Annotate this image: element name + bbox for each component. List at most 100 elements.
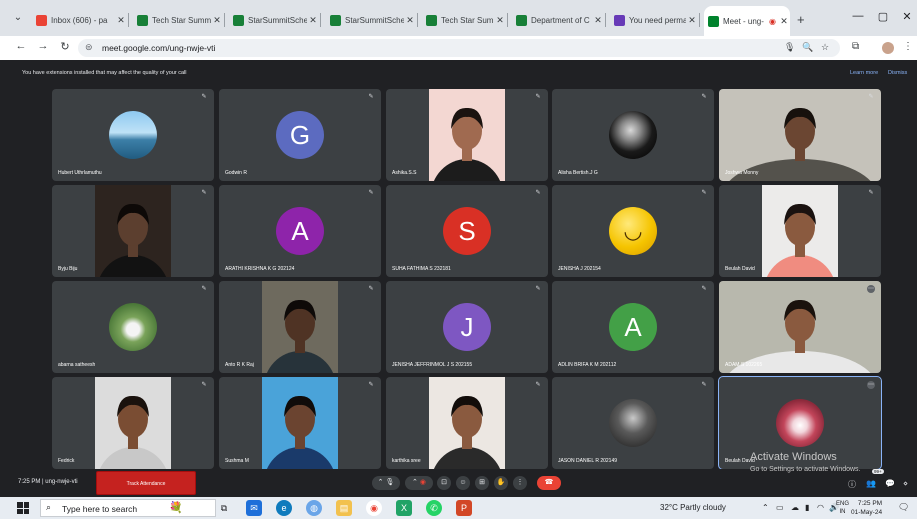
windows-start-icon[interactable]	[17, 502, 29, 514]
participant-tile[interactable]: ✎ JASON DANIEL R 202149	[552, 377, 714, 469]
file-explorer-icon[interactable]: ▤	[336, 500, 352, 516]
end-call-button[interactable]: ☎	[537, 476, 561, 490]
participant-tile[interactable]: ✎ Joshwa Monny	[719, 89, 881, 181]
participant-tile[interactable]: J ✎ JENISHA JEFFRINMOL J S 202155	[386, 281, 548, 373]
chrome-browser-icon[interactable]: ◉	[366, 500, 382, 516]
mic-muted-icon: ✎	[535, 382, 541, 388]
browser-tab[interactable]: StarSummitSche ✕	[229, 8, 321, 32]
close-tab-icon[interactable]: ✕	[307, 15, 319, 26]
close-tab-icon[interactable]: ✕	[494, 15, 506, 26]
excel-icon[interactable]: X	[396, 500, 412, 516]
participant-tile[interactable]: A ✎ ADLIN BRIFA K M 202112	[552, 281, 714, 373]
more-options-icon[interactable]: ⋯	[867, 381, 875, 389]
browser-tab[interactable]: You need perma ✕	[610, 8, 700, 32]
mic-toggle-button[interactable]: ⌃ 🎙	[372, 476, 400, 490]
wifi-icon[interactable]: ◠	[817, 503, 824, 512]
more-options-icon[interactable]: ⋯	[867, 285, 875, 293]
browser-tab[interactable]: Inbox (606) - pa ✕	[32, 8, 129, 32]
notification-center-icon[interactable]: 🗨	[898, 502, 909, 513]
participant-tile[interactable]: ✎ Alisha Bertish.J G	[552, 89, 714, 181]
participant-tile[interactable]: ✎ Fedrick	[52, 377, 214, 469]
new-tab-button[interactable]: +	[797, 12, 805, 27]
copilot-icon[interactable]: ◍	[306, 500, 322, 516]
participant-name: JENISHA JEFFRINMOL J S 202155	[392, 362, 473, 368]
taskbar-clock[interactable]: 7:25 PM 01-May-24	[851, 499, 882, 517]
participant-tile[interactable]: A ✎ ARATHI KRISHNA K G 202124	[219, 185, 381, 277]
tray-app-icon[interactable]: ▭	[776, 503, 784, 512]
forward-button[interactable]: →	[36, 40, 50, 52]
participant-tile[interactable]: ✎ karthika sree	[386, 377, 548, 469]
participant-photo-avatar	[109, 111, 157, 159]
close-window-button[interactable]: ✕	[900, 10, 914, 23]
activate-windows-subtext: Go to Settings to activate Windows.	[750, 466, 861, 473]
more-options-button[interactable]: ⋮	[513, 476, 527, 490]
close-tab-icon[interactable]: ✕	[404, 15, 416, 26]
tab-label: StarSummitSche	[345, 15, 404, 25]
camera-toggle-button[interactable]: ⌃ ◉	[405, 476, 433, 490]
extensions-icon[interactable]: ⧉	[852, 41, 859, 52]
dismiss-link[interactable]: Dismiss	[888, 70, 907, 76]
participant-tile[interactable]: ✎ Hubert Uthrlamuthu	[52, 89, 214, 181]
onedrive-icon[interactable]: ☁	[791, 503, 799, 512]
close-tab-icon[interactable]: ✕	[211, 15, 223, 26]
participant-tile[interactable]: ✎ Anto R K Raj	[219, 281, 381, 373]
tab-label: Meet - ung-	[723, 16, 764, 26]
participant-tile[interactable]: S ✎ SUHA FATHIMA S 232181	[386, 185, 548, 277]
bookmark-star-icon[interactable]: ☆	[821, 42, 829, 53]
participant-tile[interactable]: ⋯ ADAM S 102265	[719, 281, 881, 373]
learn-more-link[interactable]: Learn more	[850, 70, 878, 76]
site-info-icon[interactable]: ⊜	[85, 42, 93, 53]
browser-menu-icon[interactable]: ⋮	[903, 41, 913, 52]
participant-tile[interactable]: ✎ Ashika.S.S	[386, 89, 548, 181]
extension-notice-bar: You have extensions installed that may a…	[0, 62, 917, 86]
battery-icon[interactable]: ▮	[805, 503, 809, 512]
participant-initial-avatar: G	[276, 111, 324, 159]
meeting-details-icon[interactable]: ⓘ	[848, 479, 856, 490]
tab-separator	[605, 13, 606, 27]
minimize-button[interactable]: —	[851, 10, 865, 22]
participant-tile[interactable]: ✎ abarna satheesh	[52, 281, 214, 373]
participant-tile[interactable]: ✎ Byju Biju	[52, 185, 214, 277]
language-code: ENG	[836, 501, 850, 507]
browser-tab[interactable]: StarSummitSche ✕	[326, 8, 418, 32]
mic-muted-icon: ✎	[701, 286, 707, 292]
participant-initial-avatar: A	[609, 303, 657, 351]
emoji-reactions-button[interactable]: ☺	[456, 476, 470, 490]
omnibox[interactable]: ⊜ meet.google.com/ung-nwje-vti 🎙 🔍 ☆	[78, 39, 840, 57]
back-button[interactable]: ←	[14, 40, 28, 52]
mail-app-icon[interactable]: ✉	[246, 500, 262, 516]
task-view-icon[interactable]: ⧉	[216, 500, 232, 516]
participant-tile[interactable]: ✎ Sushma M	[219, 377, 381, 469]
participant-tile[interactable]: G ✎ Godwin R	[219, 89, 381, 181]
present-screen-button[interactable]: ⊞	[475, 476, 489, 490]
close-tab-icon[interactable]: ✕	[686, 15, 698, 26]
tab-search-chevron-icon[interactable]: ⌄	[10, 10, 26, 26]
language-indicator[interactable]: ENG IN	[836, 500, 849, 516]
raise-hand-button[interactable]: ✋	[494, 476, 508, 490]
zoom-icon[interactable]: 🔍	[802, 42, 813, 53]
tray-chevron-icon[interactable]: ⌃	[762, 503, 769, 512]
reload-button[interactable]: ↻	[58, 40, 72, 53]
captions-button[interactable]: ⊡	[437, 476, 451, 490]
browser-tab[interactable]: Department of C ✕	[512, 8, 606, 32]
browser-tab[interactable]: Meet - ung- ◉ ✕	[704, 6, 790, 36]
powerpoint-icon[interactable]: P	[456, 500, 472, 516]
edge-browser-icon[interactable]: e	[276, 500, 292, 516]
close-tab-icon[interactable]: ✕	[592, 15, 604, 26]
weather-widget[interactable]: 32°C Partly cloudy	[660, 503, 726, 512]
taskbar-search-box[interactable]: ⌕ Type here to search 💐	[40, 499, 216, 517]
maximize-button[interactable]: ▢	[876, 10, 890, 23]
chat-icon[interactable]: 💬	[885, 479, 895, 488]
participant-tile[interactable]: ◡ ✎ JENISHA J 202154	[552, 185, 714, 277]
browser-tab[interactable]: Tech Star Summ✕	[422, 8, 508, 32]
activities-icon[interactable]: ⋄	[903, 479, 908, 488]
close-tab-icon[interactable]: ✕	[115, 15, 127, 26]
browser-tab[interactable]: Tech Star Summi ✕	[133, 8, 225, 32]
close-tab-icon[interactable]: ✕	[778, 16, 790, 27]
people-icon[interactable]: 👥	[866, 479, 876, 488]
participant-tile[interactable]: ✎ Beulah David	[719, 185, 881, 277]
whatsapp-icon[interactable]: ✆	[426, 500, 442, 516]
track-attendance-button[interactable]: Track Attendance	[96, 471, 196, 495]
microphone-icon[interactable]: 🎙	[784, 42, 795, 53]
profile-avatar[interactable]	[882, 42, 894, 54]
